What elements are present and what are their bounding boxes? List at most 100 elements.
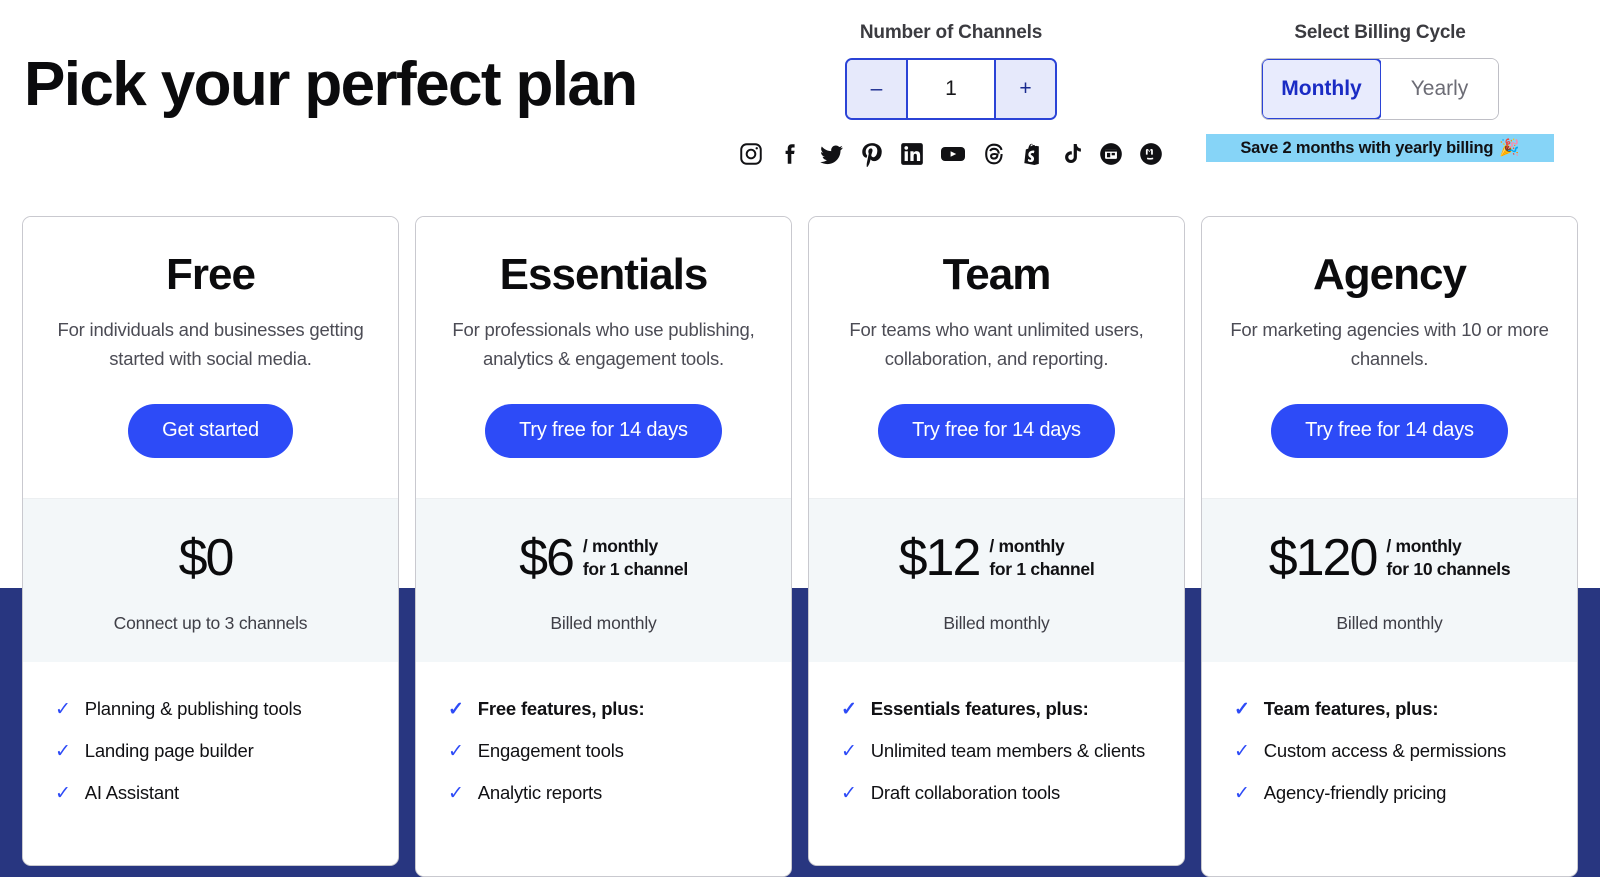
card-header: Team For teams who want unlimited users,… xyxy=(809,217,1184,498)
feature-label: Free features, plus: xyxy=(477,697,645,719)
price-unit-period: / monthly xyxy=(989,536,1065,557)
pricing-page: Pick your perfect plan Number of Channel… xyxy=(0,0,1600,877)
price-row: $0 xyxy=(41,529,380,587)
feature-item: ✓ Draft collaboration tools xyxy=(841,782,1162,804)
feature-label: Landing page builder xyxy=(84,739,254,761)
channel-selector: Number of Channels – 1 + xyxy=(845,22,1057,120)
plan-description: For teams who want unlimited users, coll… xyxy=(849,319,1144,370)
channel-stepper: – 1 + xyxy=(845,58,1057,120)
price-unit: / monthly for 1 channel xyxy=(989,535,1094,580)
pricing-card-agency[interactable]: Agency For marketing agencies with 10 or… xyxy=(1201,216,1578,877)
feature-label: Essentials features, plus: xyxy=(870,697,1089,719)
feature-item: ✓ Free features, plus: xyxy=(448,698,769,720)
price-subtext: Billed monthly xyxy=(550,612,657,633)
price-amount: $120 xyxy=(1268,528,1379,587)
price-unit-channels: for 10 channels xyxy=(1386,558,1511,579)
tiktok-icon xyxy=(1060,141,1084,167)
shopify-icon xyxy=(1021,141,1046,167)
feature-list: ✓ Free features, plus: ✓ Engagement tool… xyxy=(416,661,791,876)
billing-cycle-toggle: Monthly Yearly xyxy=(1261,58,1499,120)
cta-container: Try free for 14 days xyxy=(1224,403,1555,458)
check-icon: ✓ xyxy=(1234,740,1250,762)
pricing-card-team[interactable]: Team For teams who want unlimited users,… xyxy=(808,216,1185,866)
billing-option-yearly[interactable]: Yearly xyxy=(1381,59,1498,119)
mastodon-icon xyxy=(1138,141,1164,167)
plan-cta-button[interactable]: Try free for 14 days xyxy=(878,403,1115,458)
price-unit-channels: for 1 channel xyxy=(989,558,1095,579)
feature-item: ✓ AI Assistant xyxy=(55,782,376,804)
feature-list: ✓ Essentials features, plus: ✓ Unlimited… xyxy=(809,661,1184,865)
twitter-icon xyxy=(818,141,845,168)
check-icon: ✓ xyxy=(448,782,464,804)
price-unit: / monthly for 1 channel xyxy=(583,535,688,580)
feature-label: AI Assistant xyxy=(84,781,179,803)
feature-item: ✓ Custom access & permissions xyxy=(1234,740,1555,762)
feature-item: ✓ Planning & publishing tools xyxy=(55,698,376,720)
plan-name: Free xyxy=(166,250,256,299)
plan-description: For marketing agencies with 10 or more c… xyxy=(1230,319,1549,370)
price-amount: $0 xyxy=(178,528,235,587)
plan-cta-button[interactable]: Get started xyxy=(128,403,293,458)
instagram-icon xyxy=(738,141,764,167)
check-icon: ✓ xyxy=(1234,698,1250,720)
cta-container: Try free for 14 days xyxy=(831,403,1162,458)
price-subtext: Billed monthly xyxy=(943,612,1050,633)
channel-count-value[interactable]: 1 xyxy=(908,60,994,118)
feature-item: ✓ Team features, plus: xyxy=(1234,698,1555,720)
price-subtext: Connect up to 3 channels xyxy=(113,612,308,633)
page-title: Pick your perfect plan xyxy=(24,50,638,119)
plan-description: For individuals and businesses getting s… xyxy=(57,319,364,370)
feature-label: Analytic reports xyxy=(477,781,603,803)
price-amount: $6 xyxy=(519,528,575,587)
price-band: $0 Connect up to 3 channels xyxy=(23,497,398,662)
price-unit-period: / monthly xyxy=(1386,536,1462,557)
feature-item: ✓ Essentials features, plus: xyxy=(841,698,1162,720)
card-header: Free For individuals and businesses gett… xyxy=(23,217,398,498)
feature-label: Planning & publishing tools xyxy=(84,697,302,719)
price-band: $120 / monthly for 10 channels Billed mo… xyxy=(1202,497,1577,662)
cta-container: Try free for 14 days xyxy=(438,403,769,458)
pricing-card-free[interactable]: Free For individuals and businesses gett… xyxy=(22,216,399,866)
threads-icon xyxy=(981,141,1007,167)
plan-description: For professionals who use publishing, an… xyxy=(452,319,755,370)
price-row: $6 / monthly for 1 channel xyxy=(434,529,773,587)
check-icon: ✓ xyxy=(55,698,71,720)
feature-list: ✓ Planning & publishing tools ✓ Landing … xyxy=(23,661,398,865)
feature-list: ✓ Team features, plus: ✓ Custom access &… xyxy=(1202,661,1577,876)
pricing-card-essentials[interactable]: Essentials For professionals who use pub… xyxy=(415,216,792,877)
decrement-channels-button[interactable]: – xyxy=(847,60,908,118)
check-icon: ✓ xyxy=(841,698,857,720)
plan-cta-button[interactable]: Try free for 14 days xyxy=(485,403,722,458)
check-icon: ✓ xyxy=(841,782,857,804)
feature-item: ✓ Analytic reports xyxy=(448,782,769,804)
feature-item: ✓ Unlimited team members & clients xyxy=(841,740,1162,762)
linkedin-icon xyxy=(899,141,925,167)
google-business-icon xyxy=(1098,141,1124,167)
check-icon: ✓ xyxy=(448,698,464,720)
feature-label: Agency-friendly pricing xyxy=(1263,781,1447,803)
feature-label: Team features, plus: xyxy=(1263,697,1439,719)
feature-label: Unlimited team members & clients xyxy=(870,739,1146,761)
youtube-icon xyxy=(939,140,967,168)
facebook-icon xyxy=(778,141,804,167)
increment-channels-button[interactable]: + xyxy=(994,60,1055,118)
social-platform-icons xyxy=(726,140,1176,168)
plan-cta-button[interactable]: Try free for 14 days xyxy=(1271,403,1508,458)
check-icon: ✓ xyxy=(448,740,464,762)
yearly-savings-banner: Save 2 months with yearly billing 🎉 xyxy=(1206,134,1554,162)
billing-option-monthly[interactable]: Monthly xyxy=(1262,59,1382,119)
cta-container: Get started xyxy=(45,403,376,458)
check-icon: ✓ xyxy=(55,740,71,762)
feature-label: Draft collaboration tools xyxy=(870,781,1061,803)
card-header: Agency For marketing agencies with 10 or… xyxy=(1202,217,1577,498)
price-amount: $12 xyxy=(898,528,982,587)
pinterest-icon xyxy=(859,141,885,167)
price-unit: / monthly for 10 channels xyxy=(1386,535,1510,580)
channel-selector-label: Number of Channels xyxy=(859,22,1043,43)
price-unit-period: / monthly xyxy=(582,536,658,557)
check-icon: ✓ xyxy=(1234,782,1250,804)
price-band: $12 / monthly for 1 channel Billed month… xyxy=(809,497,1184,662)
pricing-cards: Free For individuals and businesses gett… xyxy=(0,216,1600,877)
party-popper-icon: 🎉 xyxy=(1499,138,1520,157)
plan-name: Essentials xyxy=(499,250,709,299)
